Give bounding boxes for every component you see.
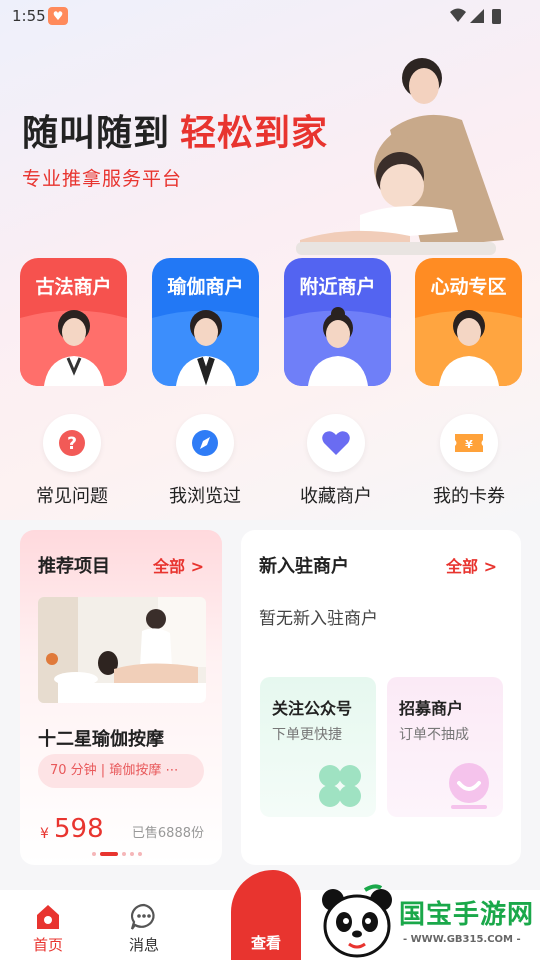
status-icons [450,8,501,24]
quick-link-circle: ¥ [440,414,498,472]
center-view-label: 查看 [250,934,281,952]
home-icon [37,905,59,929]
recommend-item-name: 十二星瑜伽按摩 [38,729,164,750]
watermark-url: - WWW.GB315.COM - [403,934,521,945]
new-merchants-title: 新入驻商户 [259,556,349,577]
clover-icon [319,765,361,807]
follow-title: 关注公众号 [272,699,353,718]
quick-link-coupons[interactable]: ¥ 我的卡券 [419,414,519,507]
svg-text:?: ? [67,434,77,454]
hero-massage-photo [296,58,504,255]
watermark: 国宝手游网 - WWW.GB315.COM - [315,880,540,960]
question-icon: ? [59,430,85,456]
quick-link-favorites[interactable]: 收藏商户 [286,414,386,507]
merchant-avatar-icon [308,307,368,386]
category-gufa[interactable]: 古法商户 [20,258,127,386]
recommend-item-photo[interactable] [38,597,206,703]
svg-text:¥: ¥ [465,438,473,451]
price-symbol: ¥ [40,826,49,842]
category-label: 瑜伽商户 [167,276,244,298]
nav-home-label: 首页 [32,936,63,954]
recommend-title: 推荐项目 [38,556,110,577]
watermark-text: 国宝手游网 [399,900,535,930]
quick-link-label: 我的卡券 [433,486,505,507]
new-merchants-card: 新入驻商户 全部 > 暂无新入驻商户 关注公众号 下单更快捷 招募商户 订单不抽… [241,530,521,865]
quick-link-label: 我浏览过 [169,486,241,507]
wifi-icon [450,8,466,22]
recommend-item-sold: 已售6888份 [131,826,204,841]
quick-link-circle: ? [43,414,101,472]
follow-official-account[interactable]: 关注公众号 下单更快捷 [260,677,376,817]
heart-app-icon: ♥ [48,7,68,25]
status-bar: 1:55 ♥ [0,0,540,32]
quick-link-circle [176,414,234,472]
massage-photo [38,597,206,703]
recommend-item-tag: 70 分钟 | 瑜伽按摩 ⋯ [38,754,204,788]
battery-icon [492,9,501,24]
quick-link-history[interactable]: 我浏览过 [155,414,255,507]
recruit-title: 招募商户 [399,699,464,718]
message-icon [130,903,155,930]
hero-subtitle: 专业推拿服务平台 [22,168,183,190]
quick-link-label: 常见问题 [36,486,108,507]
quick-link-label: 收藏商户 [300,486,372,507]
hero-title: 随叫随到 轻松到家 [22,104,328,156]
quick-link-faq[interactable]: ? 常见问题 [22,414,122,507]
nav-home[interactable]: 首页 [18,900,78,956]
category-xindong[interactable]: 心动专区 [415,258,522,386]
status-time: 1:55 [12,7,46,25]
nav-messages-label: 消息 [128,936,159,954]
heart-icon [322,431,350,455]
merchant-avatar-icon [44,310,104,386]
empty-state-text: 暂无新入驻商户 [259,609,378,629]
recruit-merchants[interactable]: 招募商户 订单不抽成 [387,677,503,817]
category-label: 心动专区 [430,276,507,298]
coupon-icon: ¥ [455,434,483,452]
panda-logo [322,884,392,958]
signal-icon [470,9,484,23]
smile-badge-icon [449,763,489,809]
hero-title-dark: 随叫随到 [22,113,171,154]
compass-icon [192,430,218,456]
center-view-button[interactable]: 查看 [231,870,301,960]
recruit-subtitle: 订单不抽成 [399,727,469,743]
category-label: 古法商户 [35,276,112,298]
category-yoga[interactable]: 瑜伽商户 [152,258,259,386]
quick-link-circle [307,414,365,472]
merchant-avatar-icon [439,310,499,386]
recommend-more-link[interactable]: 全部 > [153,553,204,577]
nav-messages[interactable]: 消息 [114,900,174,956]
category-nearby[interactable]: 附近商户 [284,258,391,386]
merchant-avatar-icon [176,310,236,386]
carousel-indicator [92,852,142,856]
recommend-item-price: 598 [54,814,104,844]
new-merchants-more-link[interactable]: 全部 > [446,553,497,577]
category-label: 附近商户 [299,276,376,298]
recommend-card[interactable]: 推荐项目 全部 > 十二星瑜伽按摩 70 分钟 | 瑜伽按摩 ⋯ ¥ 598 已… [20,530,222,865]
follow-subtitle: 下单更快捷 [272,727,342,743]
